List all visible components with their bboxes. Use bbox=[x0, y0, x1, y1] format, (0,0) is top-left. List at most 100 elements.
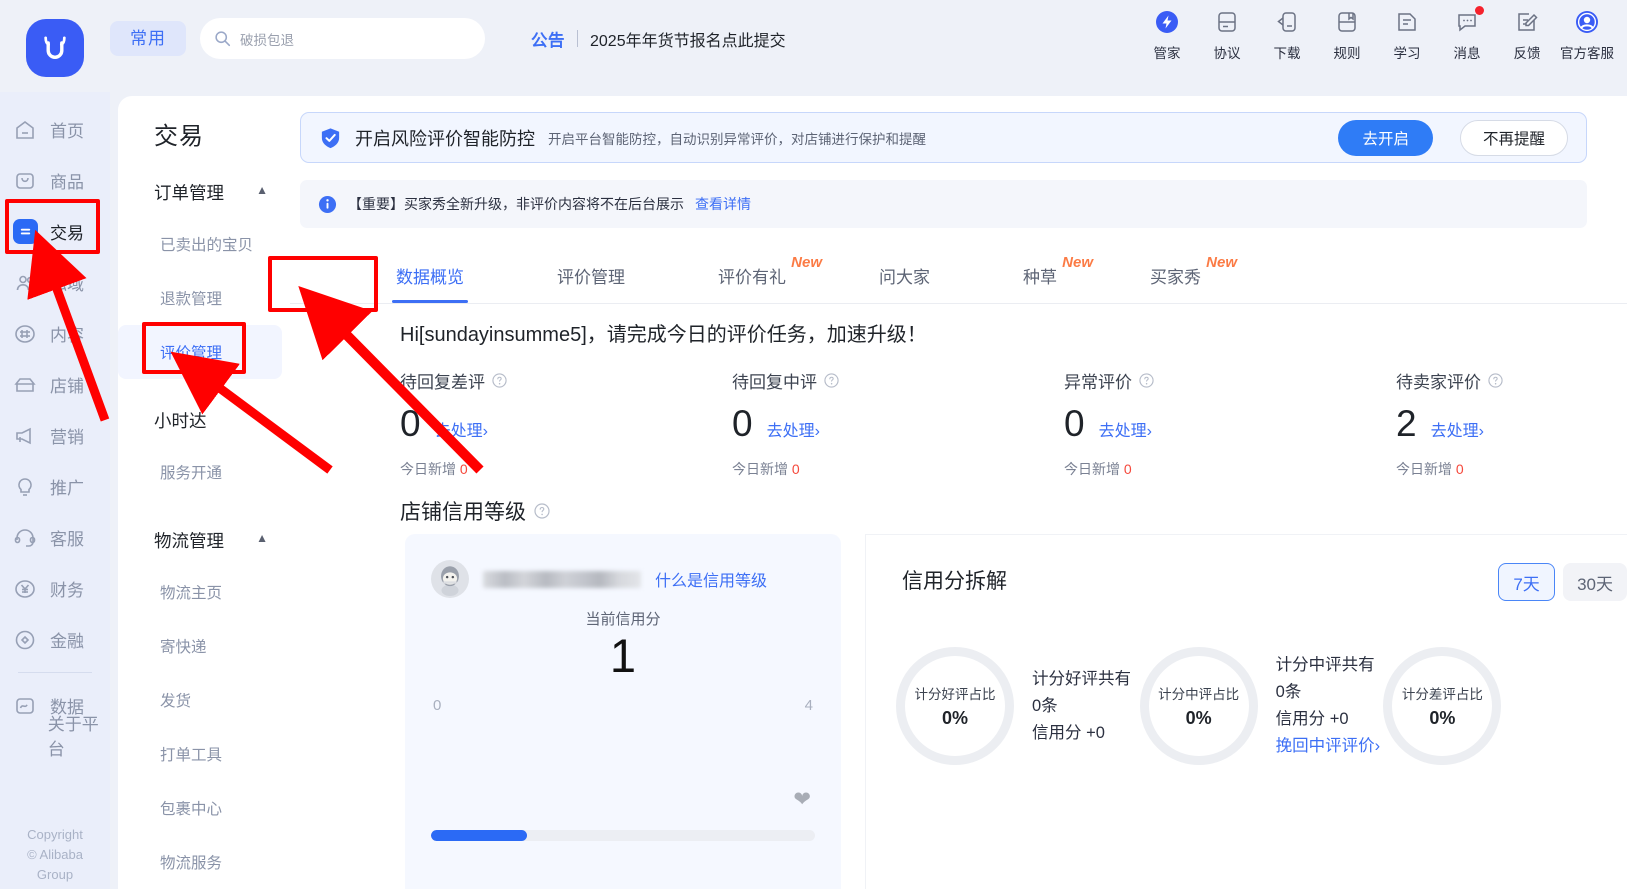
submenu-item-review-management[interactable]: 评价管理 bbox=[118, 325, 282, 379]
about-icon bbox=[12, 722, 36, 748]
dismiss-reminder-button[interactable]: 不再提醒 bbox=[1459, 119, 1568, 156]
donut-label: 计分中评占比 bbox=[1158, 687, 1240, 702]
tab-ask-everyone[interactable]: 问大家 bbox=[873, 248, 936, 303]
submenu-item-logistics-service[interactable]: 物流服务 bbox=[118, 835, 290, 889]
sidebar-item-finance[interactable]: 财务 bbox=[0, 563, 110, 614]
promotion-icon bbox=[12, 474, 38, 500]
submenu-item-logistics-home[interactable]: 物流主页 bbox=[118, 565, 290, 619]
question-icon[interactable] bbox=[1488, 373, 1503, 388]
stat-action-link[interactable]: 去处理› bbox=[435, 417, 488, 441]
scale-max: 4 bbox=[804, 697, 813, 715]
notice-banner: 【重要】买家秀全新升级，非评价内容将不在后台展示 查看详情 bbox=[300, 180, 1587, 228]
sidebar-divider bbox=[18, 672, 92, 673]
new-badge: New bbox=[791, 254, 822, 271]
header-action-label: 下载 bbox=[1273, 46, 1301, 61]
sidebar-item-private-domain[interactable]: 私域 bbox=[0, 257, 110, 308]
header-action-download[interactable]: 下载 bbox=[1257, 8, 1317, 62]
submenu-group-hourly-delivery[interactable]: 小时达 ▲ bbox=[118, 395, 290, 445]
sidebar-item-marketing[interactable]: 营销 bbox=[0, 410, 110, 461]
chevron-up-icon: ▲ bbox=[256, 183, 268, 197]
stat-value: 0 bbox=[732, 403, 753, 444]
submenu-item-ship[interactable]: 发货 bbox=[118, 673, 290, 727]
header-action-customer-service[interactable]: 官方客服 bbox=[1557, 8, 1617, 62]
announcement-text[interactable]: 2025年年货节报名点此提交 bbox=[590, 27, 786, 51]
what-is-credit-level-link[interactable]: 什么是信用等级 bbox=[655, 567, 767, 591]
range-30-days[interactable]: 30天 bbox=[1563, 563, 1627, 601]
stat-label-row: 待回复中评 bbox=[732, 368, 1064, 393]
sidebar-item-promotion[interactable]: 推广 bbox=[0, 461, 110, 512]
sidebar-item-shop[interactable]: 店铺 bbox=[0, 359, 110, 410]
header-action-study[interactable]: 学习 bbox=[1377, 8, 1437, 62]
search-input[interactable]: 破损包退 bbox=[200, 18, 485, 59]
submenu-item-print-tool[interactable]: 打单工具 bbox=[118, 727, 290, 781]
header-action-agreement[interactable]: 协议 bbox=[1197, 8, 1257, 62]
submenu-item-label: 寄快递 bbox=[160, 639, 207, 656]
credit-progress-bar bbox=[431, 830, 815, 841]
rules-icon bbox=[1334, 8, 1361, 35]
stat-label: 待回复中评 bbox=[732, 373, 817, 392]
frequently-used-button[interactable]: 常用 bbox=[110, 21, 186, 56]
submenu-group-label: 物流管理 bbox=[154, 530, 224, 551]
submenu-item-send-express[interactable]: 寄快递 bbox=[118, 619, 290, 673]
donut-row: 计分好评占比 0% 计分好评共有0条 信用分 +0 计分中评占比 0% 计分中评… bbox=[896, 647, 1627, 765]
stat-value: 0 bbox=[1064, 403, 1085, 444]
tab-label: 问大家 bbox=[879, 268, 930, 287]
submenu-item-refund-management[interactable]: 退款管理 bbox=[118, 271, 290, 325]
submenu-item-parcel-center[interactable]: 包裹中心 bbox=[118, 781, 290, 835]
header-action-steward[interactable]: 管家 bbox=[1137, 8, 1197, 62]
tab-review-management[interactable]: 评价管理 bbox=[551, 248, 631, 303]
submenu-item-label: 退款管理 bbox=[160, 291, 223, 308]
stat-action-link[interactable]: 去处理› bbox=[1431, 417, 1484, 441]
announcement-divider bbox=[577, 30, 578, 47]
stat-action-link[interactable]: 去处理› bbox=[767, 417, 820, 441]
submenu-item-service-activation[interactable]: 服务开通 bbox=[118, 445, 290, 499]
sidebar-item-content[interactable]: 内容 bbox=[0, 308, 110, 359]
question-icon[interactable] bbox=[1139, 373, 1154, 388]
range-7-days[interactable]: 7天 bbox=[1498, 563, 1556, 601]
risk-control-banner: 开启风险评价智能防控 开启平台智能防控，自动识别异常评价，对店铺进行保护和提醒 … bbox=[300, 112, 1587, 163]
submenu-group-logistics[interactable]: 物流管理 ▲ bbox=[118, 515, 290, 565]
cow-logo-icon[interactable] bbox=[26, 19, 84, 77]
sidebar-label: 私域 bbox=[50, 275, 84, 294]
primary-sidebar: 首页 商品 交易 私域 内容 店铺 营销 推广 客服 财务 金融 数据 关于平台… bbox=[0, 92, 110, 889]
sidebar-label: 商品 bbox=[50, 173, 84, 192]
tab-buyer-show[interactable]: 买家秀 New bbox=[1144, 248, 1237, 303]
sidebar-item-product[interactable]: 商品 bbox=[0, 155, 110, 206]
question-icon[interactable] bbox=[534, 503, 550, 519]
credit-score-card: 什么是信用等级 当前信用分 1 0 4 ❤ bbox=[405, 534, 841, 889]
tab-review-gift[interactable]: 评价有礼 New bbox=[712, 248, 822, 303]
header-action-label: 管家 bbox=[1153, 46, 1181, 61]
notice-detail-link[interactable]: 查看详情 bbox=[695, 194, 751, 214]
submenu-group-order-management[interactable]: 订单管理 ▲ bbox=[118, 167, 290, 217]
announcement-bar[interactable]: 公告 2025年年货节报名点此提交 bbox=[531, 27, 786, 51]
credit-user-row: 什么是信用等级 bbox=[405, 534, 841, 598]
feedback-icon bbox=[1514, 8, 1541, 35]
header-action-rules[interactable]: 规则 bbox=[1317, 8, 1377, 62]
recover-mid-review-link[interactable]: 挽回中评评价› bbox=[1276, 733, 1384, 760]
tab-data-overview[interactable]: 数据概览 bbox=[390, 248, 470, 303]
question-icon[interactable] bbox=[824, 373, 839, 388]
stat-value-row: 0 去处理› bbox=[400, 405, 732, 442]
stat-today-value: 0 bbox=[1455, 461, 1464, 477]
header-action-message[interactable]: 消息 bbox=[1437, 6, 1497, 62]
submenu-item-sold-items[interactable]: 已卖出的宝贝 bbox=[118, 217, 290, 271]
tab-label: 评价有礼 bbox=[718, 268, 786, 287]
tab-recommendation[interactable]: 种草 New bbox=[1017, 248, 1093, 303]
agreement-icon bbox=[1214, 8, 1241, 35]
banner-title: 开启风险评价智能防控 bbox=[355, 128, 535, 149]
sidebar-item-fintech[interactable]: 金融 bbox=[0, 614, 110, 665]
score-scale: 0 4 bbox=[405, 683, 841, 714]
credit-section-title: 店铺信用等级 bbox=[400, 496, 550, 526]
sidebar-item-service[interactable]: 客服 bbox=[0, 512, 110, 563]
header-action-feedback[interactable]: 反馈 bbox=[1497, 8, 1557, 62]
chevron-up-icon: ▲ bbox=[256, 411, 268, 425]
enable-risk-control-button[interactable]: 去开启 bbox=[1338, 119, 1433, 156]
logo-container bbox=[0, 0, 110, 92]
question-icon[interactable] bbox=[492, 373, 507, 388]
banner-subtitle: 开启平台智能防控，自动识别异常评价，对店铺进行保护和提醒 bbox=[548, 131, 926, 147]
copyright-line-1: Copyright bbox=[27, 827, 83, 842]
stat-action-link[interactable]: 去处理› bbox=[1099, 417, 1152, 441]
sidebar-item-transaction[interactable]: 交易 bbox=[0, 206, 110, 257]
sidebar-item-home[interactable]: 首页 bbox=[0, 104, 110, 155]
tab-label: 评价管理 bbox=[557, 268, 625, 287]
